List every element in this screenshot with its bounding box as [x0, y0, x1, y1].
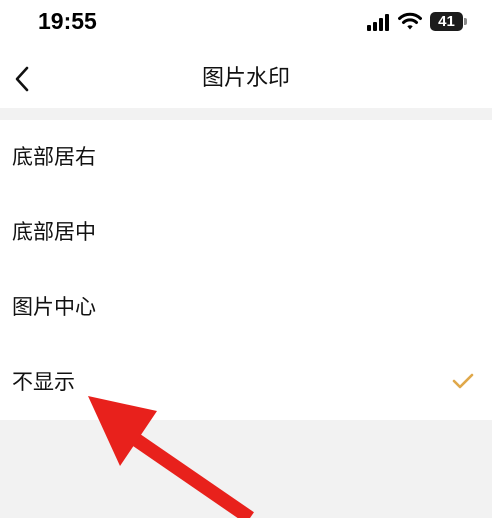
- option-image-center[interactable]: 图片中心: [0, 270, 492, 345]
- status-bar: 19:55 41: [0, 0, 492, 44]
- wifi-icon: [398, 12, 422, 30]
- option-label: 不显示: [12, 370, 75, 394]
- checkmark-icon: [452, 373, 474, 389]
- watermark-options-list: 底部居右 底部居中 图片中心 不显示: [0, 120, 492, 420]
- page-title: 图片水印: [201, 66, 290, 91]
- status-time: 19:55: [38, 8, 97, 34]
- option-label: 图片中心: [12, 295, 96, 319]
- option-bottom-right[interactable]: 底部居右: [0, 120, 492, 195]
- option-bottom-center[interactable]: 底部居中: [0, 195, 492, 270]
- option-label: 底部居中: [12, 220, 96, 244]
- signal-icon: [367, 14, 391, 31]
- battery-icon: 41: [430, 12, 467, 31]
- option-hide[interactable]: 不显示: [0, 345, 492, 420]
- option-label: 底部居右: [12, 145, 96, 169]
- battery-level: 41: [438, 13, 455, 30]
- nav-bar: 图片水印: [0, 50, 492, 108]
